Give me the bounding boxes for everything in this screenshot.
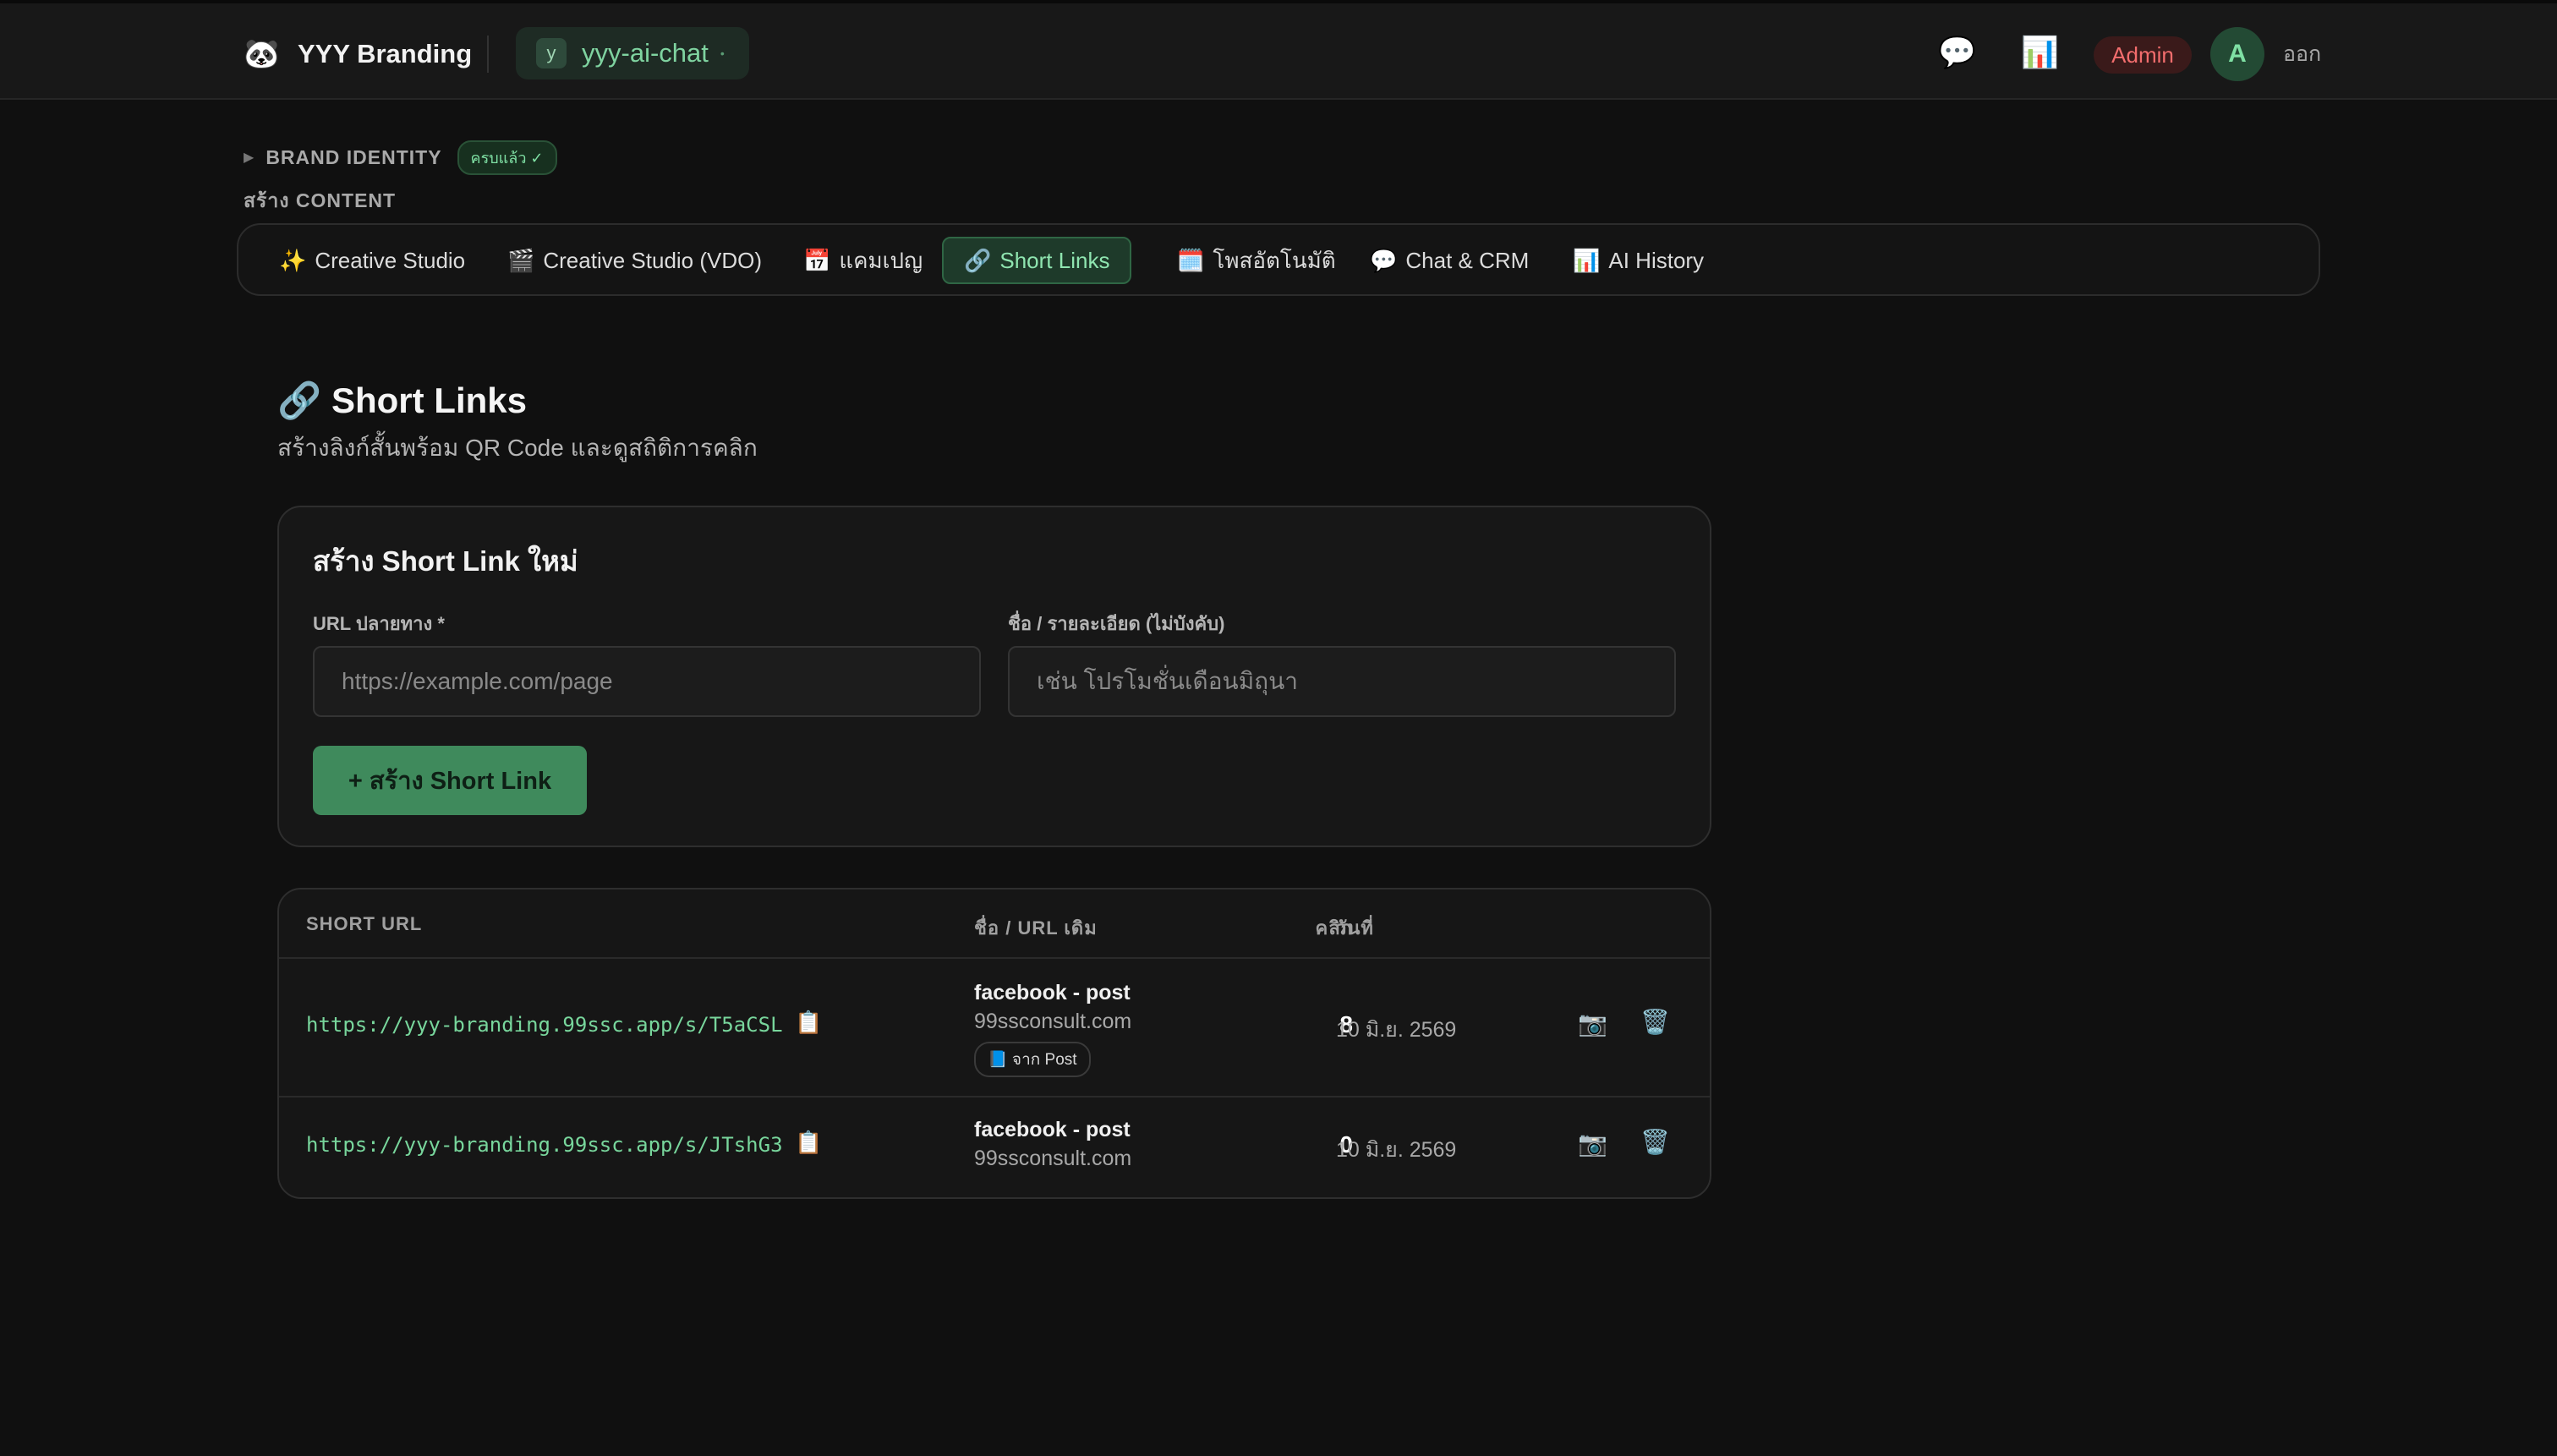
workspace-name: yyy-ai-chat xyxy=(582,38,709,68)
header-divider xyxy=(487,36,489,73)
create-content-label: สร้าง CONTENT xyxy=(244,189,397,211)
chat-icon[interactable]: 💬 xyxy=(1938,34,1976,71)
expand-triangle-icon: ▶ xyxy=(244,151,255,165)
created-date: 10 มิ.ย. 2569 xyxy=(1336,1138,1457,1162)
column-header-short-url: SHORT URL xyxy=(306,913,423,934)
form-title: สร้าง Short Link ใหม่ xyxy=(313,545,578,577)
calendar-icon: 📅 xyxy=(803,247,831,273)
created-date: 10 มิ.ย. 2569 xyxy=(1336,1018,1457,1042)
top-bar: 🐼 YYY Branding y yyy-ai-chat • 💬 📊 Admin… xyxy=(0,0,2557,100)
logout-button[interactable]: ออก xyxy=(2283,39,2321,69)
tab-label: AI History xyxy=(1608,247,1705,273)
destination-url-input[interactable] xyxy=(313,646,981,717)
original-url: 99ssconsult.com xyxy=(974,1147,1132,1170)
tab-label: Short Links xyxy=(999,247,1110,273)
short-links-table: SHORT URL ชื่อ / URL เดิม คลิก วันที่ ht… xyxy=(277,888,1711,1199)
clipboard-icon[interactable]: 📋 xyxy=(795,1010,822,1036)
workspace-avatar: y xyxy=(536,38,567,68)
tab-creative-studio[interactable]: ✨ Creative Studio xyxy=(259,237,485,284)
page-title: 🔗 Short Links xyxy=(277,379,527,423)
brand-identity-toggle[interactable]: ▶ BRAND IDENTITY ครบแล้ว ✓ xyxy=(244,140,557,175)
user-avatar[interactable]: A xyxy=(2210,27,2264,81)
sparkles-icon: ✨ xyxy=(279,247,307,273)
tab-label: Creative Studio (VDO) xyxy=(543,247,763,273)
tab-auto-post[interactable]: 🗓️ โพสอัตโนมัติ xyxy=(1157,237,1356,284)
link-icon: 🔗 xyxy=(964,247,992,273)
short-url-link[interactable]: https://yyy-branding.99ssc.app/s/T5aCSL xyxy=(306,1013,783,1037)
chat-bubble-icon: 💬 xyxy=(1370,247,1398,273)
source-badge: 📘 จาก Post xyxy=(974,1042,1091,1077)
qr-code-icon[interactable]: 📷 xyxy=(1578,1130,1607,1158)
link-name-input[interactable] xyxy=(1008,646,1676,717)
url-field-label: URL ปลายทาง * xyxy=(313,613,445,634)
table-row: https://yyy-branding.99ssc.app/s/T5aCSL … xyxy=(279,959,1710,1096)
create-short-link-button[interactable]: + สร้าง Short Link xyxy=(313,746,587,815)
tab-label: โพสอัตโนมัติ xyxy=(1213,247,1336,273)
tab-chat-crm[interactable]: 💬 Chat & CRM xyxy=(1350,237,1549,284)
column-header-name-url: ชื่อ / URL เดิม xyxy=(974,917,1098,939)
brand-identity-label: BRAND IDENTITY xyxy=(266,145,442,168)
brand-identity-status-badge: ครบแล้ว ✓ xyxy=(457,140,557,175)
tab-label: Creative Studio xyxy=(315,247,466,273)
admin-badge[interactable]: Admin xyxy=(2094,36,2192,74)
panda-logo-icon: 🐼 xyxy=(244,38,280,70)
link-icon: 🔗 xyxy=(277,380,322,420)
trash-icon[interactable]: 🗑️ xyxy=(1640,1128,1670,1156)
page-title-text: Short Links xyxy=(331,380,527,420)
short-url-link[interactable]: https://yyy-branding.99ssc.app/s/JTshG3 xyxy=(306,1133,783,1157)
link-name: facebook - post xyxy=(974,1118,1131,1141)
table-row: https://yyy-branding.99ssc.app/s/JTshG3 … xyxy=(279,1097,1710,1197)
content-tabs: ✨ Creative Studio 🎬 Creative Studio (VDO… xyxy=(237,223,2320,296)
original-url: 99ssconsult.com xyxy=(974,1010,1132,1033)
bar-chart-icon: 📊 xyxy=(1573,247,1601,273)
column-header-date: วันที่ xyxy=(1336,917,1374,939)
tab-label: แคมเปญ xyxy=(839,247,923,273)
tab-ai-history[interactable]: 📊 AI History xyxy=(1552,237,1724,284)
workspace-switcher[interactable]: y yyy-ai-chat • xyxy=(516,27,749,79)
stats-icon[interactable]: 📊 xyxy=(2021,34,2059,71)
clapper-icon: 🎬 xyxy=(507,247,535,273)
schedule-icon: 🗓️ xyxy=(1177,247,1205,273)
page-subtitle: สร้างลิงก์สั้นพร้อม QR Code และดูสถิติกา… xyxy=(277,435,758,461)
tab-label: Chat & CRM xyxy=(1405,247,1530,273)
tab-short-links[interactable]: 🔗 Short Links xyxy=(942,237,1132,284)
name-field-label: ชื่อ / รายละเอียด (ไม่บังคับ) xyxy=(1008,613,1225,634)
qr-code-icon[interactable]: 📷 xyxy=(1578,1010,1607,1037)
trash-icon[interactable]: 🗑️ xyxy=(1640,1008,1670,1036)
create-short-link-card: สร้าง Short Link ใหม่ URL ปลายทาง * ชื่อ… xyxy=(277,506,1711,847)
link-name: facebook - post xyxy=(974,981,1131,1004)
brand-name[interactable]: YYY Branding xyxy=(298,36,472,73)
tab-campaign[interactable]: 📅 แคมเปญ xyxy=(783,237,943,284)
workspace-status-dot-icon: • xyxy=(720,47,725,60)
clipboard-icon[interactable]: 📋 xyxy=(795,1130,822,1156)
tab-creative-studio-vdo[interactable]: 🎬 Creative Studio (VDO) xyxy=(487,237,782,284)
